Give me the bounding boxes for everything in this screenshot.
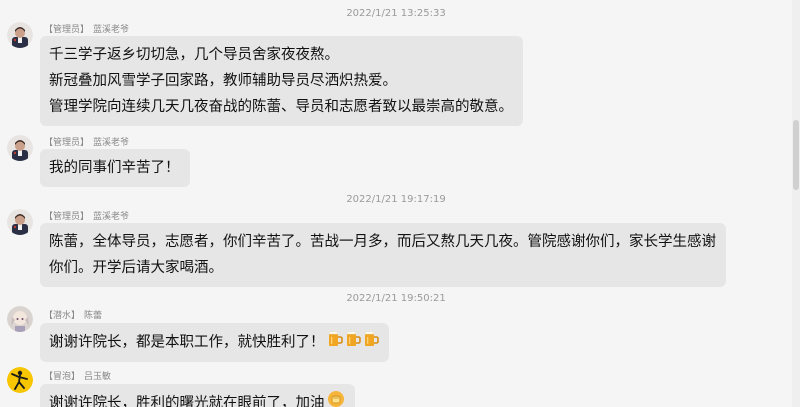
message-text: 谢谢许院长，胜利的曙光就在眼前了，加油 bbox=[49, 395, 325, 407]
avatar[interactable] bbox=[7, 306, 33, 332]
sender-name[interactable]: 蓝溪老爷 bbox=[93, 138, 129, 148]
timestamp: 2022/1/21 13:25:33 bbox=[346, 8, 446, 19]
message-text: 陈蕾，全体导员，志愿者，你们辛苦了。苦战一月多，而后又熬几天几夜。管院感谢你们，… bbox=[49, 234, 716, 250]
sender-role: 【冒泡】 bbox=[44, 372, 81, 382]
avatar[interactable] bbox=[7, 367, 33, 393]
admin-avatar-icon bbox=[7, 22, 33, 48]
sender-name[interactable]: 蓝溪老爷 bbox=[93, 25, 129, 35]
sender-role: 【管理员】 bbox=[44, 212, 90, 222]
beer-icon bbox=[363, 329, 379, 356]
avatar[interactable] bbox=[7, 135, 33, 161]
message-text: 谢谢许院长，都是本职工作，就快胜利了！ bbox=[49, 334, 325, 351]
fist-icon bbox=[327, 390, 345, 407]
message-text: 我的同事们辛苦了！ bbox=[49, 160, 180, 176]
sender-role: 【潜水】 bbox=[44, 311, 81, 321]
admin-avatar-icon bbox=[7, 135, 33, 161]
chat-history: 2022/1/21 13:25:33 【管理员】 蓝溪老爷 千三学子返乡切切急，几… bbox=[0, 0, 792, 407]
beer-icon bbox=[327, 329, 343, 356]
sender-info: 【管理员】 蓝溪老爷 bbox=[44, 135, 129, 148]
sender-info: 【冒泡】 吕玉敏 bbox=[44, 369, 111, 382]
sender-role: 【管理员】 bbox=[44, 25, 90, 35]
anime-avatar-icon bbox=[7, 306, 33, 332]
sender-name[interactable]: 蓝溪老爷 bbox=[93, 212, 129, 222]
timestamp: 2022/1/21 19:17:19 bbox=[346, 194, 446, 205]
scrollbar-thumb[interactable] bbox=[793, 120, 799, 190]
admin-avatar-icon bbox=[7, 209, 33, 235]
beer-icon bbox=[345, 329, 361, 356]
sender-role: 【管理员】 bbox=[44, 138, 90, 148]
message-bubble[interactable]: 我的同事们辛苦了！ bbox=[40, 149, 190, 187]
message-line: 谢谢许院长，胜利的曙光就在眼前了，加油 bbox=[49, 390, 345, 407]
sender-info: 【管理员】 蓝溪老爷 bbox=[44, 22, 129, 35]
sender-name[interactable]: 吕玉敏 bbox=[84, 372, 111, 382]
sender-info: 【管理员】 蓝溪老爷 bbox=[44, 209, 129, 222]
message-text: 千三学子返乡切切急，几个导员舍家夜夜熬。 bbox=[49, 47, 339, 63]
message-text: 你们。开学后请大家喝酒。 bbox=[49, 260, 223, 276]
scrollbar[interactable] bbox=[792, 0, 800, 407]
message-text: 管理学院向连续几天几夜奋战的陈蕾、导员和志愿者致以最崇高的敬意。 bbox=[49, 99, 513, 115]
message-bubble[interactable]: 谢谢许院长，都是本职工作，就快胜利了！ bbox=[40, 323, 389, 362]
message-line: 谢谢许院长，都是本职工作，就快胜利了！ bbox=[49, 329, 379, 356]
avatar[interactable] bbox=[7, 22, 33, 48]
sender-info: 【潜水】 陈蕾 bbox=[44, 308, 102, 321]
dancer-avatar-icon bbox=[7, 367, 33, 393]
timestamp: 2022/1/21 19:50:21 bbox=[346, 293, 446, 304]
sender-name[interactable]: 陈蕾 bbox=[84, 311, 102, 321]
message-text: 新冠叠加风雪学子回家路，教师辅助导员尽洒炽热爱。 bbox=[49, 73, 397, 89]
message-bubble[interactable]: 千三学子返乡切切急，几个导员舍家夜夜熬。 新冠叠加风雪学子回家路，教师辅助导员尽… bbox=[40, 36, 523, 126]
message-bubble[interactable]: 陈蕾，全体导员，志愿者，你们辛苦了。苦战一月多，而后又熬几天几夜。管院感谢你们，… bbox=[40, 223, 726, 287]
avatar[interactable] bbox=[7, 209, 33, 235]
message-bubble[interactable]: 谢谢许院长，胜利的曙光就在眼前了，加油 bbox=[40, 384, 355, 407]
